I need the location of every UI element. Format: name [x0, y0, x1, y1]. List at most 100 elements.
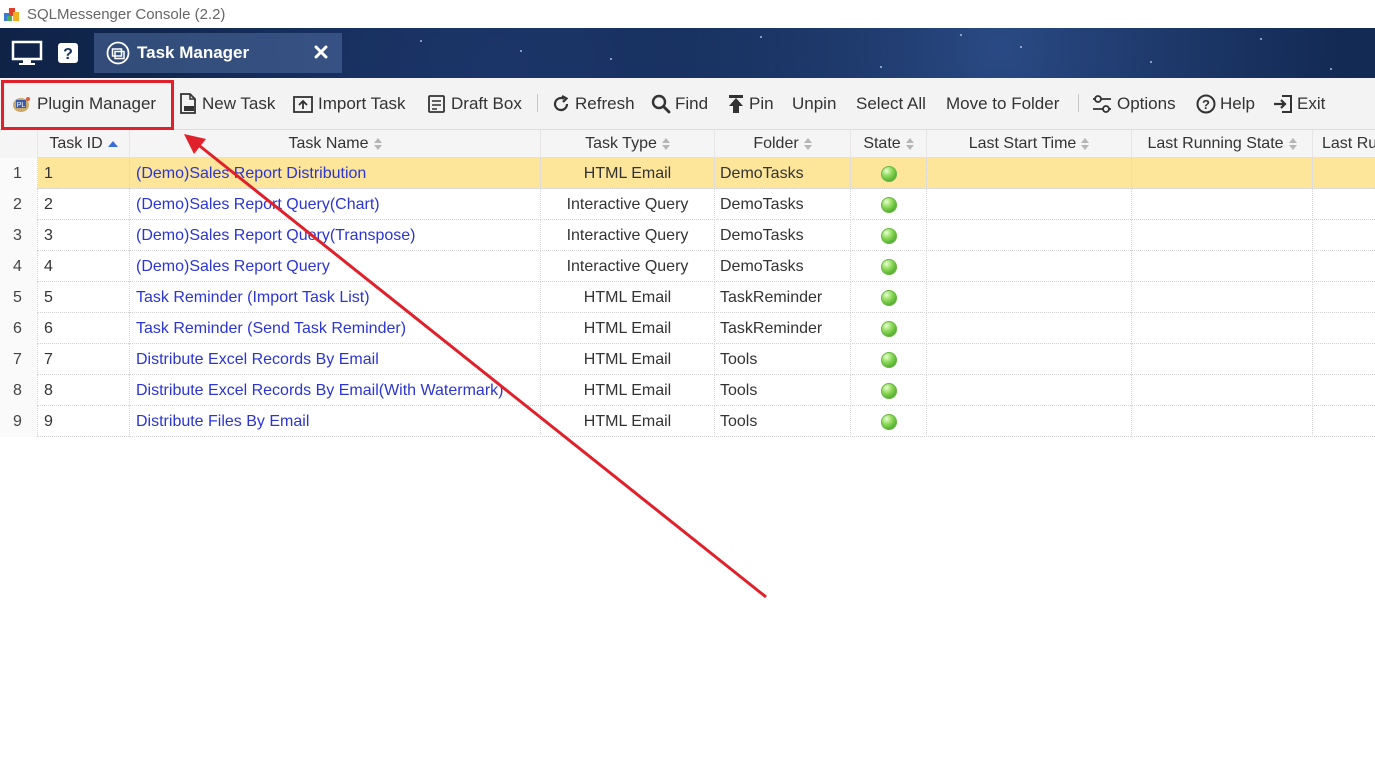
task-name-link[interactable]: Distribute Files By Email: [130, 406, 541, 437]
table-row[interactable]: 1 1 (Demo)Sales Report Distribution HTML Em…: [0, 158, 1375, 189]
state-cell: [851, 344, 927, 375]
state-cell: [851, 282, 927, 313]
state-cell: [851, 220, 927, 251]
column-header-task-id[interactable]: Task ID: [38, 130, 130, 158]
table-row[interactable]: 5 5 Task Reminder (Import Task List) HTML E…: [0, 282, 1375, 313]
draft-box-label: Draft Box: [451, 94, 522, 113]
table-row[interactable]: 7 7 Distribute Excel Records By Email HTML …: [0, 344, 1375, 375]
last-start-time-cell: [927, 313, 1132, 344]
last-run-cell: [1313, 282, 1375, 313]
refresh-label: Refresh: [575, 94, 635, 113]
column-header-last-run-truncated[interactable]: Last Ru: [1313, 130, 1375, 158]
tab-label: Task Manager: [137, 43, 250, 62]
monitor-button[interactable]: [10, 38, 44, 68]
task-type-cell: HTML Email: [541, 344, 715, 375]
table-row[interactable]: 6 6 Task Reminder (Send Task Reminder) HTML…: [0, 313, 1375, 344]
toolbar: PL Plugin Manager New Task Import Task D…: [0, 78, 1375, 130]
column-header-state[interactable]: State: [851, 130, 927, 158]
task-name-link[interactable]: Task Reminder (Send Task Reminder): [130, 313, 541, 344]
status-green-icon: [880, 165, 897, 182]
column-header-last-running-state[interactable]: Last Running State: [1132, 130, 1313, 158]
task-id-cell: 6: [38, 313, 130, 344]
import-task-button[interactable]: Import Task: [292, 91, 406, 117]
last-running-state-cell: [1132, 189, 1313, 220]
app-logo-icon: [4, 8, 19, 21]
monitor-icon: [11, 40, 43, 65]
state-cell: [851, 189, 927, 220]
last-running-state-cell: [1132, 406, 1313, 437]
column-header-task-name[interactable]: Task Name: [130, 130, 541, 158]
table-row[interactable]: 2 2 (Demo)Sales Report Query(Chart) Interac…: [0, 189, 1375, 220]
new-task-button[interactable]: New Task: [178, 91, 275, 117]
plugin-manager-button[interactable]: PL Plugin Manager: [11, 91, 156, 117]
task-name-link[interactable]: (Demo)Sales Report Query(Transpose): [130, 220, 541, 251]
unpin-label: Unpin: [792, 94, 837, 113]
tab-task-manager[interactable]: Task Manager: [94, 33, 342, 73]
column-header-last-start-time[interactable]: Last Start Time: [927, 130, 1132, 158]
task-name-link[interactable]: Distribute Excel Records By Email: [130, 344, 541, 375]
header-bar: ? Task Manager: [0, 28, 1375, 78]
task-name-link[interactable]: (Demo)Sales Report Query(Chart): [130, 189, 541, 220]
column-header-folder[interactable]: Folder: [715, 130, 851, 158]
help-icon: ?: [1196, 94, 1216, 114]
sort-icon: [373, 138, 382, 150]
options-button[interactable]: Options: [1091, 91, 1176, 117]
row-number: 2: [0, 189, 38, 220]
refresh-button[interactable]: Refresh: [551, 91, 635, 117]
svg-text:?: ?: [1202, 97, 1210, 112]
task-type-cell: HTML Email: [541, 406, 715, 437]
table-row[interactable]: 4 4 (Demo)Sales Report Query Interactive Qu…: [0, 251, 1375, 282]
task-name-link[interactable]: (Demo)Sales Report Distribution: [130, 158, 541, 189]
table-row[interactable]: 8 8 Distribute Excel Records By Email(With…: [0, 375, 1375, 406]
svg-text:?: ?: [63, 46, 73, 63]
last-running-state-cell: [1132, 251, 1313, 282]
task-id-cell: 1: [38, 158, 130, 189]
last-start-time-cell: [927, 344, 1132, 375]
exit-icon: [1274, 95, 1292, 113]
folder-cell: TaskReminder: [715, 313, 851, 344]
task-id-cell: 8: [38, 375, 130, 406]
task-name-link[interactable]: (Demo)Sales Report Query: [130, 251, 541, 282]
draft-box-button[interactable]: Draft Box: [427, 91, 522, 117]
last-start-time-cell: [927, 406, 1132, 437]
folder-cell: DemoTasks: [715, 158, 851, 189]
plugin-icon: PL: [13, 97, 30, 112]
last-running-state-cell: [1132, 220, 1313, 251]
select-all-button[interactable]: Select All: [856, 91, 926, 117]
exit-button[interactable]: Exit: [1273, 91, 1325, 117]
state-cell: [851, 375, 927, 406]
last-start-time-cell: [927, 158, 1132, 189]
move-to-folder-button[interactable]: Move to Folder: [946, 91, 1059, 117]
task-type-cell: HTML Email: [541, 158, 715, 189]
folder-cell: Tools: [715, 344, 851, 375]
find-button[interactable]: Find: [651, 91, 708, 117]
pin-button[interactable]: Pin: [727, 91, 774, 117]
row-number: 7: [0, 344, 38, 375]
import-icon: [293, 96, 313, 113]
close-icon[interactable]: [310, 41, 332, 63]
task-type-cell: Interactive Query: [541, 220, 715, 251]
last-start-time-cell: [927, 282, 1132, 313]
help-toolbar-button[interactable]: ? Help: [1196, 91, 1255, 117]
table-row[interactable]: 3 3 (Demo)Sales Report Query(Transpose) Int…: [0, 220, 1375, 251]
task-id-cell: 9: [38, 406, 130, 437]
options-label: Options: [1117, 94, 1176, 113]
task-type-cell: HTML Email: [541, 282, 715, 313]
row-number: 4: [0, 251, 38, 282]
table-row[interactable]: 9 9 Distribute Files By Email HTML Email Too…: [0, 406, 1375, 437]
task-name-link[interactable]: Task Reminder (Import Task List): [130, 282, 541, 313]
help-button[interactable]: ?: [56, 38, 80, 68]
title-bar: SQLMessenger Console (2.2): [0, 0, 1375, 28]
find-label: Find: [675, 94, 709, 113]
column-header-task-type[interactable]: Task Type: [541, 130, 715, 158]
last-run-cell: [1313, 251, 1375, 282]
task-name-link[interactable]: Distribute Excel Records By Email(With W…: [130, 375, 541, 406]
status-green-icon: [880, 196, 897, 213]
sort-icon: [1081, 138, 1090, 150]
status-green-icon: [880, 258, 897, 275]
folder-cell: Tools: [715, 375, 851, 406]
plugin-manager-label: Plugin Manager: [37, 94, 157, 113]
unpin-button[interactable]: Unpin: [792, 91, 836, 117]
window-title: SQLMessenger Console (2.2): [27, 6, 226, 23]
row-number: 5: [0, 282, 38, 313]
